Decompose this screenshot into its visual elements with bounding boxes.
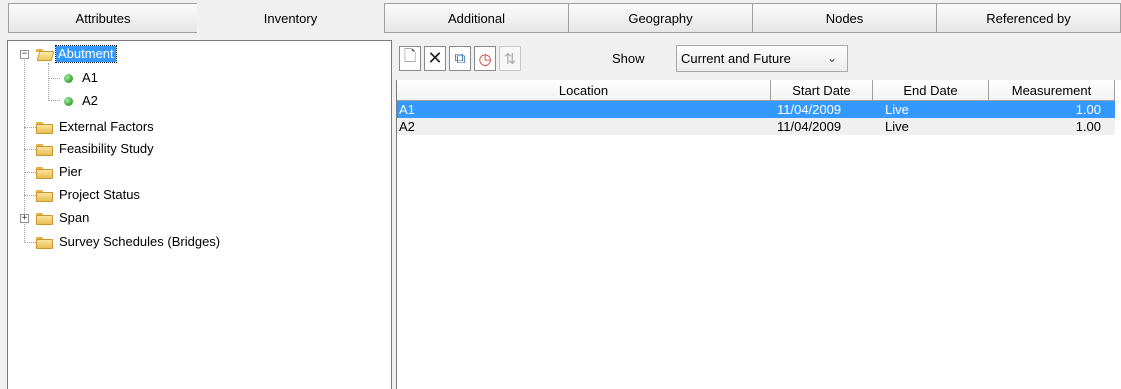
tab-inventory[interactable]: Inventory xyxy=(197,3,384,33)
tab-label: Referenced by xyxy=(986,10,1071,26)
tab-geography[interactable]: Geography xyxy=(568,3,753,33)
cell-measurement: 1.00 xyxy=(1075,119,1101,134)
tab-bar: Attributes Inventory Additional Geograph… xyxy=(0,0,1121,36)
table-row[interactable]: A2 11/04/2009 Live 1.00 xyxy=(397,118,1115,135)
copy-icon: ⧉ xyxy=(454,50,466,67)
cell-location: A1 xyxy=(399,102,415,117)
delete-icon: ✕ xyxy=(427,48,443,68)
inventory-grid[interactable]: Location Start Date End Date Measurement… xyxy=(396,80,1121,389)
column-header-end-date[interactable]: End Date xyxy=(873,80,989,101)
green-dot-icon xyxy=(64,97,73,106)
show-label: Show xyxy=(612,51,645,66)
green-dot-icon xyxy=(64,74,73,83)
tree-item-a2[interactable]: A2 xyxy=(8,90,388,112)
folder-icon xyxy=(36,143,53,156)
column-header-label: Location xyxy=(558,82,609,98)
cell-location: A2 xyxy=(399,119,415,134)
tree-item-label: Span xyxy=(59,210,90,225)
table-row[interactable]: A1 11/04/2009 Live 1.00 xyxy=(397,101,1115,118)
cell-measurement: 1.00 xyxy=(1075,102,1101,117)
tree-item-label: Feasibility Study xyxy=(59,141,154,156)
folder-icon xyxy=(36,212,53,225)
show-filter-value: Current and Future xyxy=(681,51,791,66)
open-folder-icon xyxy=(36,48,55,61)
column-header-label: End Date xyxy=(903,82,958,98)
cell-end-date: Live xyxy=(885,102,909,117)
tab-label: Additional xyxy=(447,10,506,26)
tree-item-pier[interactable]: Pier xyxy=(8,161,388,183)
inventory-tree[interactable]: − Abutment A1 A2 External Factors Feasib… xyxy=(7,40,392,389)
copy-button[interactable]: ⧉ xyxy=(449,46,471,71)
tree-item-label: A2 xyxy=(82,93,98,108)
grid-header: Location Start Date End Date Measurement xyxy=(397,80,1121,101)
delete-button[interactable]: ✕ xyxy=(424,46,446,71)
tab-label: Inventory xyxy=(263,10,318,26)
inventory-content: 🗋 ✕ ⧉ ◷ ⇅ Show Current and Future ⌄ Loca… xyxy=(396,40,1121,389)
tab-label: Attributes xyxy=(75,10,131,26)
new-button[interactable]: 🗋 xyxy=(399,46,421,71)
tree-item-abutment[interactable]: − Abutment xyxy=(8,44,388,66)
expand-icon[interactable]: + xyxy=(20,214,29,223)
tree-item-label: External Factors xyxy=(59,119,154,134)
show-filter-select[interactable]: Current and Future ⌄ xyxy=(676,45,848,72)
column-header-measurement[interactable]: Measurement xyxy=(989,80,1115,101)
tree-item-label: Pier xyxy=(59,164,83,179)
tab-label: Nodes xyxy=(825,10,864,26)
tree-item-label: Abutment xyxy=(55,45,117,63)
tab-attributes[interactable]: Attributes xyxy=(8,3,198,33)
tab-label: Geography xyxy=(628,10,693,26)
history-button[interactable]: ◷ xyxy=(474,46,496,71)
tree-item-span[interactable]: + Span xyxy=(8,207,388,229)
tab-referenced-by[interactable]: Referenced by xyxy=(936,3,1121,33)
tree-item-a1[interactable]: A1 xyxy=(8,67,388,89)
folder-icon xyxy=(36,189,53,202)
cell-end-date: Live xyxy=(885,119,909,134)
tree-item-survey-schedules[interactable]: Survey Schedules (Bridges) xyxy=(8,231,388,253)
column-header-start-date[interactable]: Start Date xyxy=(771,80,873,101)
tree-item-feasibility-study[interactable]: Feasibility Study xyxy=(8,138,388,160)
history-clock-icon: ◷ xyxy=(478,50,492,68)
column-header-label: Start Date xyxy=(792,82,851,98)
folder-icon xyxy=(36,166,53,179)
cell-start-date: 11/04/2009 xyxy=(777,119,842,134)
tree-item-label: Project Status xyxy=(59,187,140,202)
cell-start-date: 11/04/2009 xyxy=(777,102,842,117)
tree-item-external-factors[interactable]: External Factors xyxy=(8,116,388,138)
new-document-icon: 🗋 xyxy=(403,48,417,65)
tab-additional[interactable]: Additional xyxy=(384,3,569,33)
sort-button[interactable]: ⇅ xyxy=(499,46,521,71)
folder-icon xyxy=(36,121,53,134)
collapse-icon[interactable]: − xyxy=(20,50,29,59)
column-header-label: Measurement xyxy=(1011,82,1092,98)
sort-icon: ⇅ xyxy=(503,50,517,68)
tree-item-label: Survey Schedules (Bridges) xyxy=(59,234,221,249)
tree-item-project-status[interactable]: Project Status xyxy=(8,184,388,206)
tab-nodes[interactable]: Nodes xyxy=(752,3,937,33)
chevron-down-icon: ⌄ xyxy=(826,51,837,65)
toolbar: 🗋 ✕ ⧉ ◷ ⇅ Show Current and Future ⌄ xyxy=(396,40,1121,78)
tree-item-label: A1 xyxy=(82,70,98,85)
folder-icon xyxy=(36,236,53,249)
column-header-location[interactable]: Location xyxy=(397,80,771,101)
